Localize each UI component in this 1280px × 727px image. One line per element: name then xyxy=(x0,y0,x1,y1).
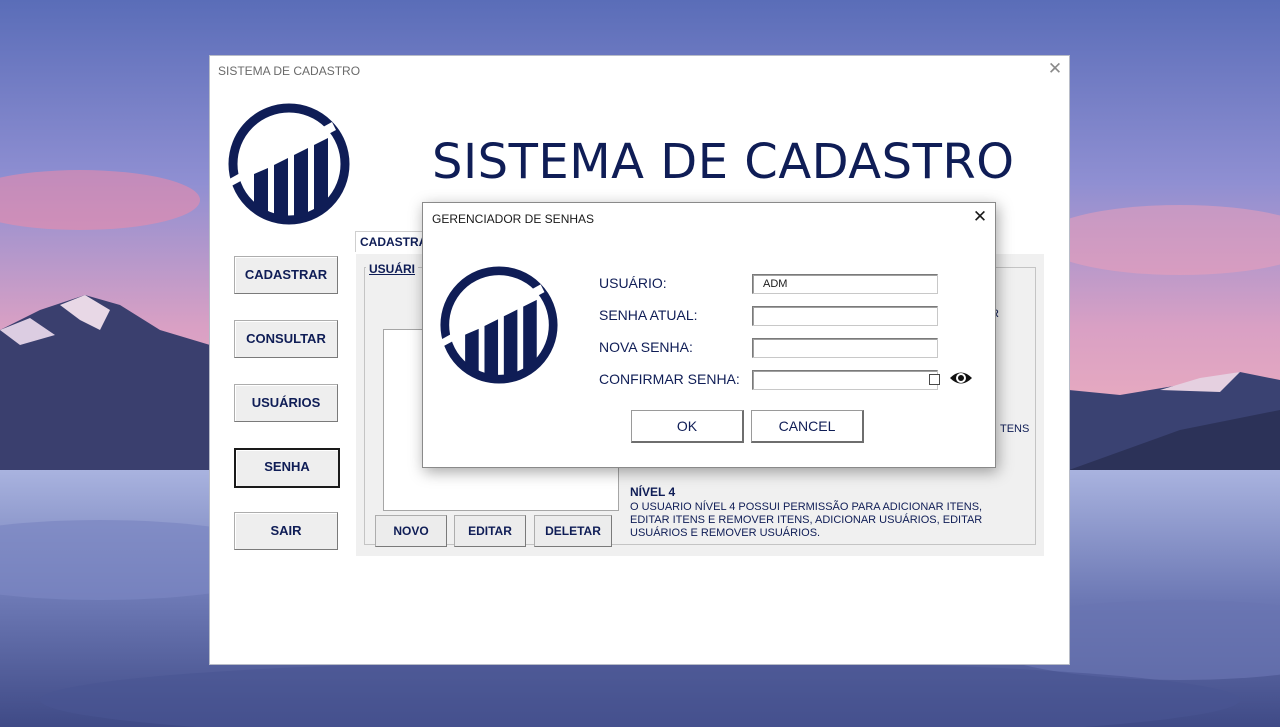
novo-button[interactable]: NOVO xyxy=(375,515,447,547)
usuarios-button[interactable]: USUÁRIOS xyxy=(234,384,338,422)
confirmar-senha-label: CONFIRMAR SENHA: xyxy=(599,371,740,387)
users-frame-caption: USUÁRI xyxy=(366,262,419,276)
window-title: SISTEMA DE CADASTRO xyxy=(218,64,361,78)
consultar-button[interactable]: CONSULTAR xyxy=(234,320,338,358)
main-heading: SISTEMA DE CADASTRO xyxy=(432,134,1015,190)
show-password-checkbox[interactable] xyxy=(929,374,940,385)
company-logo xyxy=(224,103,350,225)
cadastrar-button[interactable]: CADASTRAR xyxy=(234,256,338,294)
confirmar-senha-field[interactable] xyxy=(752,370,938,390)
nova-senha-field[interactable] xyxy=(752,338,938,358)
level-4-description: O USUARIO NÍVEL 4 POSSUI PERMISSÃO PARA … xyxy=(630,501,983,539)
usuario-field[interactable] xyxy=(752,274,938,294)
close-icon[interactable]: ✕ xyxy=(971,208,989,226)
ok-button[interactable]: OK xyxy=(631,410,744,443)
nova-senha-label: NOVA SENHA: xyxy=(599,339,693,355)
company-logo xyxy=(436,266,558,384)
eye-icon[interactable] xyxy=(949,368,973,388)
senha-atual-field[interactable] xyxy=(752,306,938,326)
editar-button[interactable]: EDITAR xyxy=(454,515,526,547)
level-text-fragment: TENS xyxy=(1000,423,1030,435)
senha-button[interactable]: SENHA xyxy=(234,448,340,488)
tab-label: CADASTRA xyxy=(360,235,428,249)
dialog-title: GERENCIADOR DE SENHAS xyxy=(432,212,595,226)
close-icon[interactable]: ✕ xyxy=(1046,60,1064,78)
sair-button[interactable]: SAIR xyxy=(234,512,338,550)
senha-atual-label: SENHA ATUAL: xyxy=(599,307,698,323)
deletar-button[interactable]: DELETAR xyxy=(534,515,612,547)
usuario-label: USUÁRIO: xyxy=(599,275,667,291)
password-manager-dialog: GERENCIADOR DE SENHAS ✕ USUÁRIO: SENHA A… xyxy=(422,202,996,468)
level-4-title: NÍVEL 4 xyxy=(630,485,676,499)
cancel-button[interactable]: CANCEL xyxy=(751,410,864,443)
